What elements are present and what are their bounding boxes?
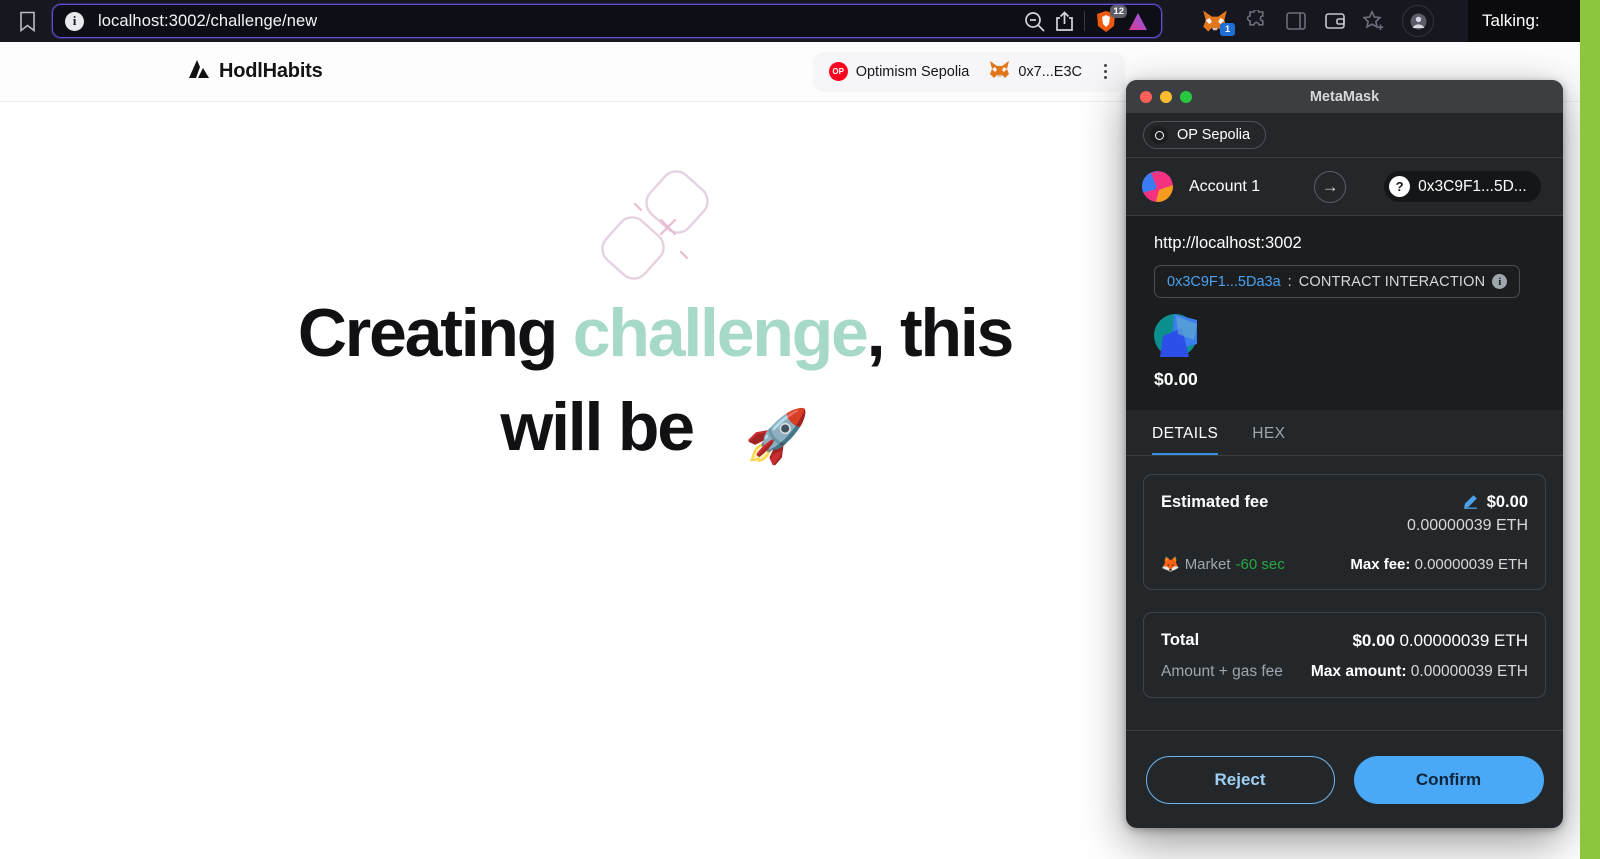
- talking-status-overlay: Talking:: [1468, 0, 1580, 42]
- total-label: Total: [1161, 631, 1200, 649]
- extensions-puzzle-icon[interactable]: [1245, 9, 1268, 33]
- address-bar[interactable]: i localhost:3002/challenge/new 12: [52, 4, 1162, 38]
- account-name: Account 1: [1189, 177, 1261, 195]
- total-card: Total $0.00 0.00000039 ETH Amount + gas …: [1143, 612, 1546, 698]
- bookmark-icon[interactable]: [10, 4, 44, 38]
- pencil-edit-icon[interactable]: [1463, 494, 1478, 512]
- kebab-menu-icon[interactable]: [1096, 60, 1115, 83]
- max-amount-row: Max amount: 0.00000039 ETH: [1311, 663, 1528, 681]
- metamask-titlebar: MetaMask: [1126, 80, 1563, 113]
- estimated-fee-eth: 0.00000039 ETH: [1407, 517, 1528, 534]
- total-usd: $0.00: [1352, 631, 1395, 650]
- account-selector[interactable]: 0x7...E3C: [983, 58, 1088, 86]
- network-label: Optimism Sepolia: [855, 63, 970, 80]
- leo-ai-triangle-icon[interactable]: [1127, 11, 1149, 32]
- wallet-icon[interactable]: [1324, 10, 1346, 32]
- metamask-network-row: OP Sepolia: [1126, 113, 1563, 158]
- question-mark-icon: ?: [1389, 176, 1411, 197]
- total-eth: 0.00000039 ETH: [1399, 631, 1528, 650]
- max-amount-value: 0.00000039 ETH: [1410, 663, 1528, 680]
- metamask-body: Estimated fee $0.00 0.00000039 ETH 🦊 Mar…: [1126, 456, 1563, 730]
- network-chip-label: OP Sepolia: [1177, 127, 1251, 143]
- network-chip[interactable]: OP Sepolia: [1143, 121, 1267, 149]
- market-text: Market: [1184, 555, 1231, 573]
- hodlhabits-logo-icon: [188, 59, 210, 84]
- recipient-address: 0x3C9F1...5D...: [1418, 177, 1527, 195]
- estimated-fee-usd: $0.00: [1486, 493, 1528, 511]
- metamask-origin-block: http://localhost:3002 0x3C9F1...5Da3a : …: [1126, 216, 1563, 410]
- tab-hex[interactable]: HEX: [1252, 425, 1285, 455]
- contract-separator: :: [1287, 273, 1292, 290]
- title-part-2: , this: [866, 295, 1015, 371]
- market-time: -60 sec: [1235, 555, 1285, 573]
- sidebar-panel-icon[interactable]: [1285, 10, 1307, 32]
- info-icon[interactable]: i: [1492, 274, 1508, 289]
- metamask-window: MetaMask OP Sepolia Account 1 → ? 0x3C9F…: [1126, 80, 1563, 828]
- recipient-chip[interactable]: ? 0x3C9F1...5D...: [1384, 171, 1541, 202]
- window-title: MetaMask: [1309, 88, 1380, 105]
- network-dot-icon: [1150, 126, 1168, 144]
- metamask-fox-icon: [989, 60, 1010, 84]
- network-selector[interactable]: OP Optimism Sepolia: [823, 60, 976, 83]
- max-fee-value: 0.00000039 ETH: [1414, 555, 1528, 573]
- reject-button[interactable]: Reject: [1145, 755, 1335, 804]
- estimated-fee-card: Estimated fee $0.00 0.00000039 ETH 🦊 Mar…: [1143, 474, 1546, 590]
- confirm-button[interactable]: Confirm: [1353, 755, 1544, 804]
- amount-block: $0.00: [1154, 314, 1535, 390]
- contract-avatar: [1154, 314, 1197, 361]
- contract-interaction-pill[interactable]: 0x3C9F1...5Da3a : CONTRACT INTERACTION i: [1154, 265, 1521, 298]
- account-address-label: 0x7...E3C: [1018, 63, 1082, 80]
- transfer-arrow-icon: →: [1314, 170, 1347, 203]
- estimated-fee-label: Estimated fee: [1161, 493, 1269, 511]
- brave-shield-icon[interactable]: 12: [1095, 4, 1127, 33]
- max-fee-row: Max fee: 0.00000039 ETH: [1350, 556, 1528, 573]
- avatar: [1142, 171, 1173, 202]
- bookmark-star-icon[interactable]: [1363, 10, 1385, 32]
- origin-url: http://localhost:3002: [1154, 234, 1302, 252]
- profile-account-icon[interactable]: [1402, 5, 1434, 37]
- title-highlight: challenge: [572, 295, 869, 371]
- contract-address: 0x3C9F1...5Da3a: [1167, 273, 1281, 290]
- site-info-icon[interactable]: i: [65, 11, 84, 31]
- max-amount-label: Max amount:: [1310, 663, 1407, 680]
- metamask-tabs: DETAILS HEX: [1126, 410, 1563, 456]
- toolbar-divider: [1084, 11, 1085, 31]
- optimism-badge-icon: OP: [828, 62, 848, 81]
- gas-market-label: 🦊 Market -60 sec: [1161, 555, 1285, 574]
- url-text: localhost:3002/challenge/new: [98, 11, 318, 30]
- total-subtitle: Amount + gas fee: [1161, 663, 1283, 680]
- metamask-badge: 1: [1220, 23, 1235, 36]
- metamask-account-row: Account 1 → ? 0x3C9F1...5D...: [1126, 158, 1563, 216]
- chain-link-decoration-icon: [583, 168, 733, 288]
- amount-value: $0.00: [1154, 369, 1198, 389]
- contract-interaction-type: CONTRACT INTERACTION: [1298, 273, 1486, 290]
- tab-details[interactable]: DETAILS: [1152, 425, 1219, 455]
- brave-shield-badge: 12: [1110, 4, 1127, 18]
- max-fee-label: Max fee:: [1350, 555, 1411, 573]
- zoom-out-icon[interactable]: [1024, 11, 1045, 32]
- extension-icons: 1: [1202, 5, 1434, 37]
- fox-emoji-icon: 🦊: [1161, 556, 1180, 573]
- metamask-fox-icon[interactable]: 1: [1202, 9, 1235, 36]
- title-part-1: Creating: [297, 295, 573, 371]
- brand[interactable]: HodlHabits: [188, 59, 323, 84]
- page-title: Creating challenge, this will be 🚀: [0, 287, 1310, 475]
- browser-toolbar: i localhost:3002/challenge/new 12 1: [0, 0, 1600, 42]
- title-line-2: will be: [500, 388, 695, 465]
- brand-name: HodlHabits: [219, 60, 323, 82]
- share-icon[interactable]: [1055, 10, 1074, 32]
- metamask-footer: Reject Confirm: [1126, 730, 1563, 828]
- talking-label: Talking:: [1482, 11, 1540, 30]
- screen-edge-green-strip: [1580, 0, 1600, 859]
- header-wallet-group: OP Optimism Sepolia 0x7...E3C: [812, 51, 1125, 92]
- rocket-emoji-icon: 🚀: [744, 407, 810, 466]
